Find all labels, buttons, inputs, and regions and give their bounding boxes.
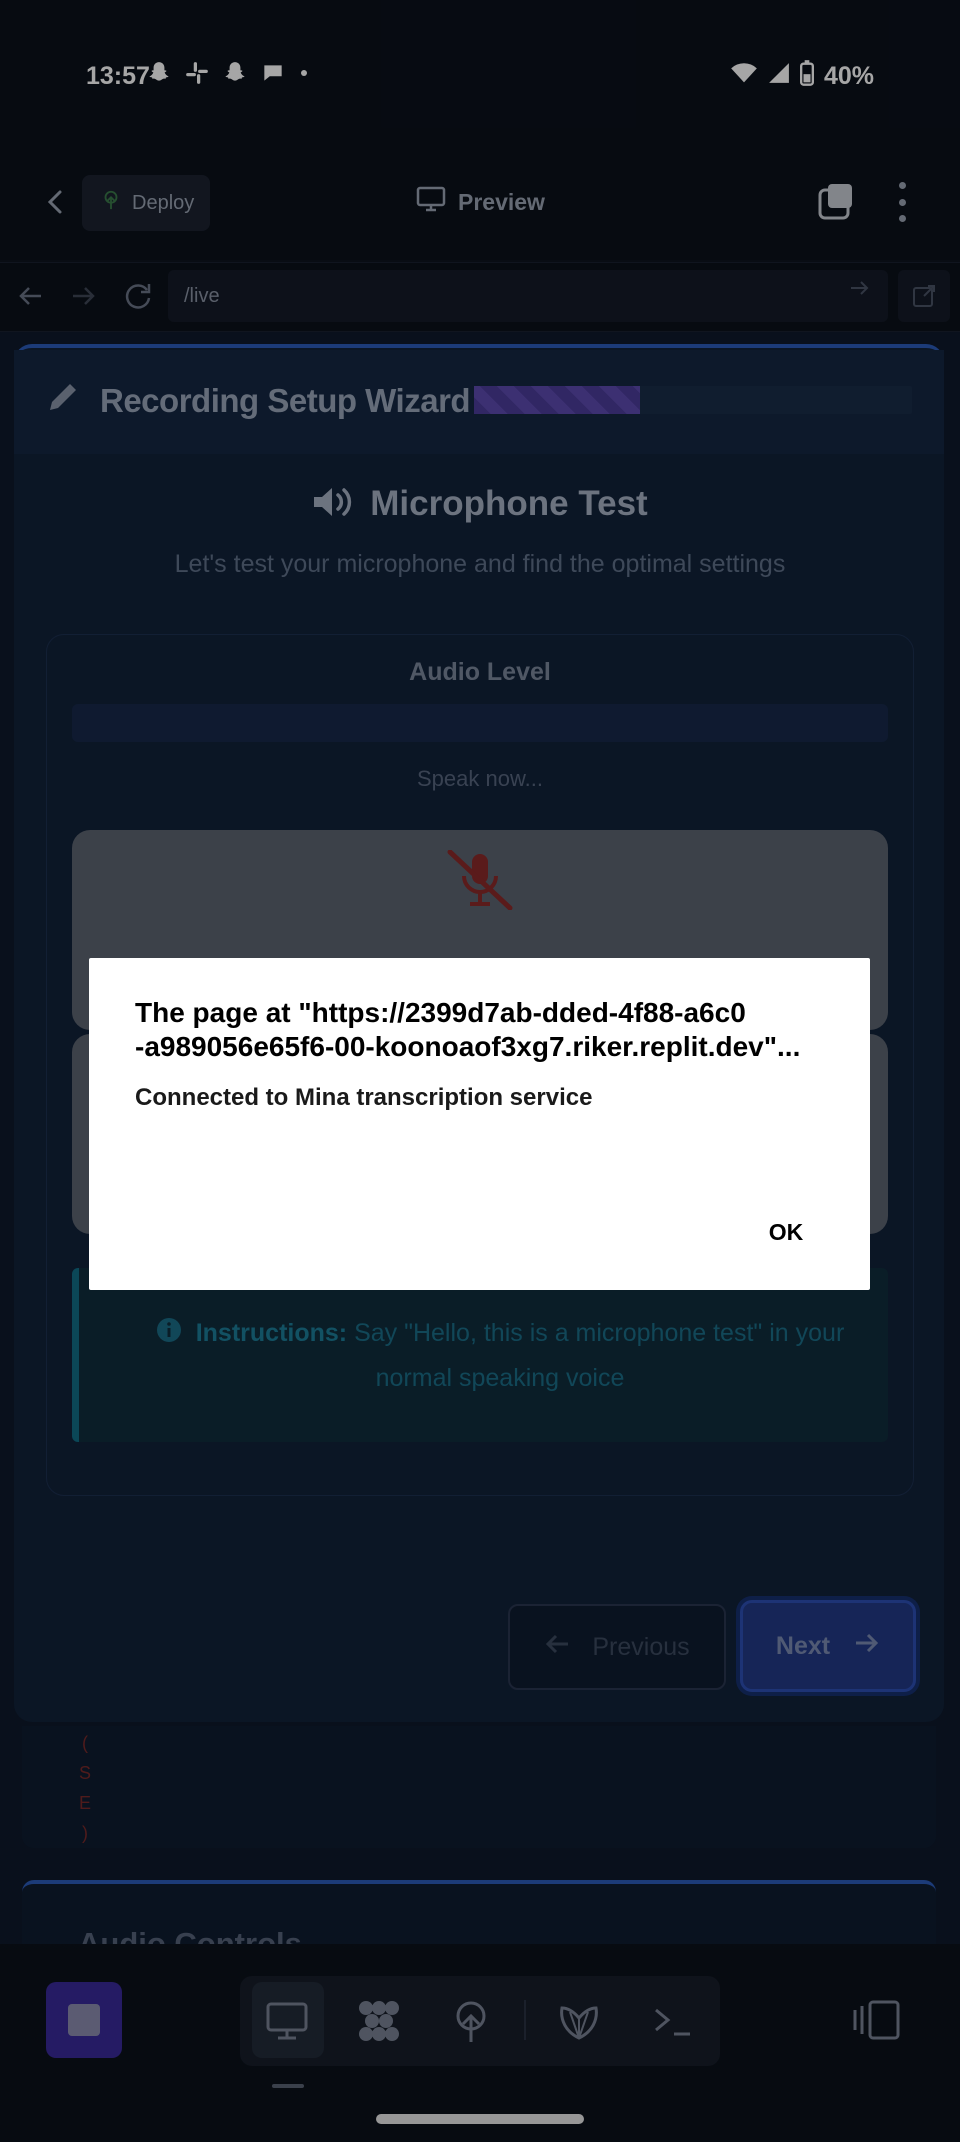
- dialog-title: The page at "https://2399d7ab-dded-4f88-…: [135, 997, 801, 1062]
- dialog-message: Connected to Mina transcription service: [135, 1084, 593, 1111]
- ok-button[interactable]: OK: [756, 1212, 816, 1252]
